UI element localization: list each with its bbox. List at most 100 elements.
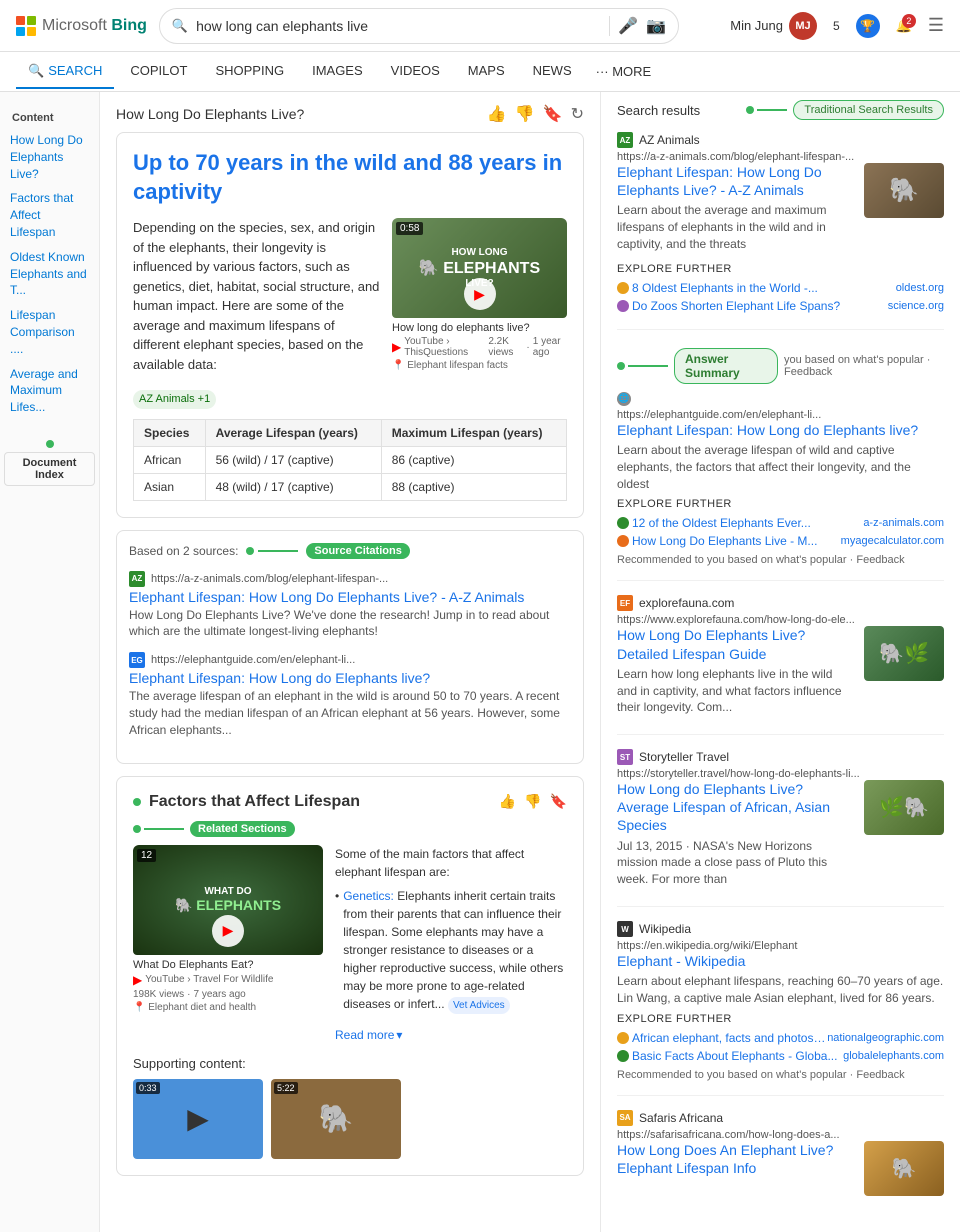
tab-news[interactable]: NEWS [521, 55, 584, 88]
result-thumb-img-sa: 🐘 [864, 1141, 944, 1196]
explore-link-oldest-eg[interactable]: 12 of the Oldest Elephants Ever... [632, 516, 863, 530]
factors-bookmark[interactable]: 🔖 [550, 793, 567, 810]
factors-video-image: 12 WHAT DO 🐘 ELEPHANTS ▶ [133, 845, 323, 955]
explore-links-eg: 12 of the Oldest Elephants Ever... a-z-a… [617, 514, 944, 550]
explore-link-oldest[interactable]: 8 Oldest Elephants in the World -... [632, 281, 896, 295]
source-link-1[interactable]: Elephant Lifespan: How Long Do Elephants… [129, 589, 571, 605]
sources-section: Based on 2 sources: Source Citations AZ … [116, 530, 584, 764]
answer-summary-label[interactable]: Answer Summary [674, 348, 778, 384]
explore-domain-zoos[interactable]: science.org [888, 300, 944, 312]
tab-videos[interactable]: VIDEOS [379, 55, 452, 88]
refresh-icon[interactable]: ↻ [571, 104, 584, 124]
genetics-link[interactable]: Genetics: [343, 889, 394, 903]
factors-video-meta: ▶ YouTube › Travel For Wildlife [133, 973, 323, 987]
result-favicon-az: AZ [617, 132, 633, 148]
result-title-sa[interactable]: How Long Does An Elephant Live? Elephant… [617, 1141, 848, 1177]
explore-domain-natgeo[interactable]: nationalgeographic.com [827, 1032, 944, 1044]
explore-link-natgeo[interactable]: African elephant, facts and photos -... [632, 1031, 827, 1045]
support-video-1[interactable]: 0:33 ▶ [133, 1079, 263, 1159]
avatar[interactable]: MJ [789, 12, 817, 40]
table-row: Asian 48 (wild) / 17 (captive) 88 (capti… [134, 473, 567, 500]
explore-domain-eg-1[interactable]: a-z-animals.com [863, 517, 944, 529]
document-index[interactable]: Document Index [0, 440, 99, 486]
result-with-thumb-st: How Long do Elephants Live? Average Life… [617, 780, 944, 892]
result-source-row-sa: SA Safaris Africana [617, 1110, 944, 1126]
tab-images[interactable]: IMAGES [300, 55, 375, 88]
badge-count: 5 [833, 19, 840, 33]
factors-play-button[interactable]: ▶ [212, 915, 244, 947]
read-more-link[interactable]: Read more ▾ [335, 1026, 402, 1044]
source-snippet-2: The average lifespan of an elephant in t… [129, 688, 571, 738]
bullet-genetics: • Genetics: Elephants inherit certain tr… [335, 887, 567, 1014]
thumbs-up-icon[interactable]: 👍 [487, 104, 507, 124]
sidebar-item-comparison[interactable]: Lifespan Comparison .... [0, 303, 99, 361]
explore-link-global-elephants[interactable]: Basic Facts About Elephants - Globa... [632, 1049, 843, 1063]
traditional-badge: Traditional Search Results [746, 100, 944, 120]
result-source-name-st: Storyteller Travel [639, 750, 729, 764]
explore-link-age-calc[interactable]: How Long Do Elephants Live - M... [632, 534, 841, 548]
factors-video[interactable]: 12 WHAT DO 🐘 ELEPHANTS ▶ What Do Elephan… [133, 845, 323, 1044]
more-button[interactable]: ··· MORE [588, 56, 660, 87]
tab-shopping[interactable]: SHOPPING [203, 55, 296, 88]
explore-domain-oldest[interactable]: oldest.org [896, 282, 944, 294]
bookmark-icon[interactable]: 🔖 [543, 104, 563, 124]
table-cell-species-2: Asian [134, 473, 206, 500]
factors-thumbs-down[interactable]: 👎 [524, 793, 541, 810]
source-link-2[interactable]: Elephant Lifespan: How Long do Elephants… [129, 670, 571, 686]
result-title-st[interactable]: How Long do Elephants Live? Average Life… [617, 780, 848, 835]
result-title-wiki[interactable]: Elephant - Wikipedia [617, 952, 944, 970]
result-text-st: How Long do Elephants Live? Average Life… [617, 780, 848, 892]
vet-tag[interactable]: Vet Advices [448, 997, 510, 1014]
answer-headline: Up to 70 years in the wild and 88 years … [133, 149, 567, 206]
mic-icon[interactable]: 🎤 [618, 16, 638, 36]
factors-thumbs-up[interactable]: 👍 [499, 793, 516, 810]
tab-copilot[interactable]: COPILOT [118, 55, 199, 88]
logo[interactable]: Microsoft Bing [16, 16, 147, 36]
page-title-row: How Long Do Elephants Live? 👍 👎 🔖 ↻ [116, 100, 584, 132]
search-input[interactable] [196, 18, 601, 34]
menu-icon[interactable]: ☰ [928, 15, 944, 36]
result-favicon-sa: SA [617, 1110, 633, 1126]
result-favicon-st: ST [617, 749, 633, 765]
source-url-2: https://elephantguide.com/en/elephant-li… [151, 654, 355, 666]
sidebar-item-factors[interactable]: Factors that Affect Lifespan [0, 186, 99, 244]
explore-domain-global-elephants[interactable]: globalelephants.com [843, 1050, 944, 1062]
sidebar-item-how-long[interactable]: How Long Do Elephants Live? [0, 128, 99, 186]
video-thumbnail[interactable]: 0:58 HOW LONG 🐘 ELEPHANTS LIVE? ▶ How lo… [392, 218, 567, 409]
related-sections-dot-line [133, 825, 184, 833]
camera-icon[interactable]: 📷 [646, 16, 666, 36]
tab-search[interactable]: 🔍 SEARCH [16, 55, 114, 89]
sidebar-item-average[interactable]: Average and Maximum Lifes... [0, 362, 99, 420]
result-url-sa: https://safarisafricana.com/how-long-doe… [617, 1129, 944, 1141]
tab-maps[interactable]: MAPS [456, 55, 517, 88]
related-sections-badge[interactable]: Related Sections [190, 821, 295, 837]
result-title-ef[interactable]: How Long Do Elephants Live? Detailed Lif… [617, 626, 848, 662]
explore-links-az: 8 Oldest Elephants in the World -... old… [617, 279, 944, 315]
sidebar-item-oldest[interactable]: Oldest Known Elephants and T... [0, 245, 99, 303]
explore-link-zoos[interactable]: Do Zoos Shorten Elephant Life Spans? [632, 299, 888, 313]
explore-icon-1 [617, 282, 629, 294]
result-text-ef: How Long Do Elephants Live? Detailed Lif… [617, 626, 848, 720]
result-with-thumb-sa: How Long Does An Elephant Live? Elephant… [617, 1141, 944, 1196]
video-duration: 0:58 [396, 222, 423, 235]
support-video-2[interactable]: 5:22 🐘 [271, 1079, 401, 1159]
header-right: Min Jung MJ 5 🏆 🔔 2 ☰ [730, 12, 944, 40]
notification-icon[interactable]: 🔔 2 [896, 18, 912, 34]
result-title-eg[interactable]: Elephant Lifespan: How Long do Elephants… [617, 421, 944, 439]
result-source-row-eg: 🌐 [617, 392, 944, 406]
answer-summary-callout: Answer Summary you based on what's popul… [617, 344, 944, 392]
factors-video-stats: 198K views · 7 years ago [133, 989, 323, 1000]
result-title-az[interactable]: Elephant Lifespan: How Long Do Elephants… [617, 163, 848, 199]
source-citations-badge[interactable]: Source Citations [306, 543, 409, 559]
trophy-icon[interactable]: 🏆 [856, 14, 880, 38]
explore-domain-eg-2[interactable]: myagecalculator.com [841, 535, 944, 547]
thumbs-down-icon[interactable]: 👎 [515, 104, 535, 124]
video-play-button[interactable]: ▶ [464, 278, 496, 310]
result-thumb-img-az: 🐘 [864, 163, 944, 218]
nav-tabs: 🔍 SEARCH COPILOT SHOPPING IMAGES VIDEOS … [0, 52, 960, 92]
result-source-row-wiki: W Wikipedia [617, 921, 944, 937]
result-source-row-az: AZ AZ Animals [617, 132, 944, 148]
result-explorefauna: EF explorefauna.com https://www.exploref… [617, 595, 944, 735]
result-wikipedia: W Wikipedia https://en.wikipedia.org/wik… [617, 921, 944, 1096]
source-tag-inline[interactable]: AZ Animals +1 [133, 390, 216, 409]
